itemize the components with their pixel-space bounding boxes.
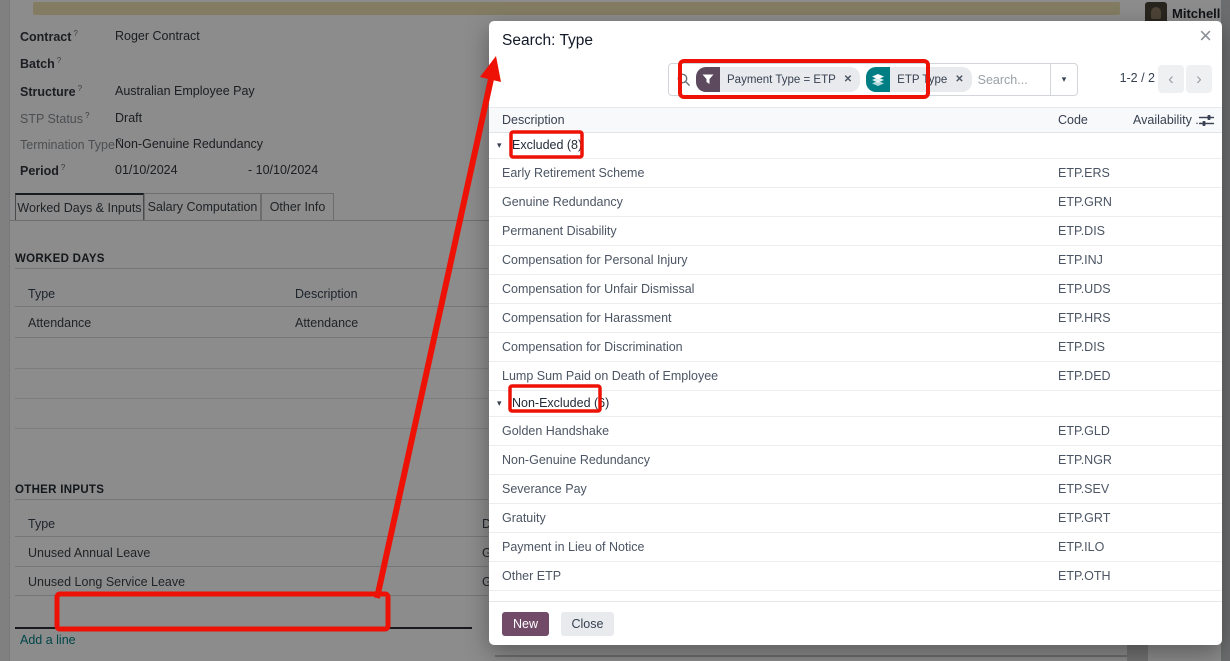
pager-previous-button[interactable]: ‹ xyxy=(1158,65,1184,93)
row-code: ETP.NGR xyxy=(1058,453,1112,467)
facet-etp-type[interactable]: ETP Type ✕ xyxy=(866,67,971,92)
etp-type-row[interactable]: Compensation for Unfair Dismissal ETP.UDS xyxy=(489,275,1222,304)
new-button[interactable]: New xyxy=(502,612,549,636)
row-code: ETP.SEV xyxy=(1058,482,1109,496)
search-type-dialog: Search: Type × Payment Type = ETP ✕ ETP … xyxy=(489,21,1222,645)
row-code: ETP.INJ xyxy=(1058,253,1103,267)
etp-type-row[interactable]: Lump Sum Paid on Death of Employee ETP.DE… xyxy=(489,362,1222,391)
row-description: Golden Handshake xyxy=(502,424,609,438)
optional-columns-icon[interactable] xyxy=(1199,114,1214,127)
row-code: ETP.GLD xyxy=(1058,424,1110,438)
facet-label: Payment Type = ETP xyxy=(720,74,843,86)
caret-down-icon: ▾ xyxy=(497,140,502,151)
screen: Mitchell A Contract? Roger Contract Batc… xyxy=(0,0,1230,661)
etp-type-row[interactable]: Other ETP ETP.OTH xyxy=(489,562,1222,591)
modal-table-body: ▾ Excluded (8) Early Retirement Scheme ETP.… xyxy=(489,133,1222,591)
row-description: Severance Pay xyxy=(502,482,587,496)
filter-icon xyxy=(696,67,720,92)
row-description: Compensation for Unfair Dismissal xyxy=(502,282,694,296)
facet-payment-type[interactable]: Payment Type = ETP ✕ xyxy=(696,67,860,92)
row-code: ETP.HRS xyxy=(1058,311,1111,325)
row-description: Compensation for Personal Injury xyxy=(502,253,688,267)
row-code: ETP.DIS xyxy=(1058,224,1105,238)
etp-type-row[interactable]: Early Retirement Scheme ETP.ERS xyxy=(489,159,1222,188)
search-icon xyxy=(677,73,691,87)
column-description[interactable]: Description xyxy=(502,113,565,127)
group-row[interactable]: ▾ Non-Excluded (6) xyxy=(489,391,1222,417)
remove-facet-icon[interactable]: ✕ xyxy=(843,74,860,85)
etp-type-row[interactable]: Genuine Redundancy ETP.GRN xyxy=(489,188,1222,217)
row-description: Compensation for Discrimination xyxy=(502,340,683,354)
etp-type-row[interactable]: Compensation for Discrimination ETP.DIS xyxy=(489,333,1222,362)
row-description: Other ETP xyxy=(502,569,561,583)
search-placeholder: Search... xyxy=(978,73,1050,87)
row-code: ETP.GRT xyxy=(1058,511,1110,525)
search-input[interactable]: Payment Type = ETP ✕ ETP Type ✕ Search..… xyxy=(668,63,1078,96)
etp-type-row[interactable]: Golden Handshake ETP.GLD xyxy=(489,417,1222,446)
row-description: Genuine Redundancy xyxy=(502,195,623,209)
etp-type-row[interactable]: Payment in Lieu of Notice ETP.ILO xyxy=(489,533,1222,562)
close-button[interactable]: Close xyxy=(561,612,615,636)
etp-type-row[interactable]: Compensation for Harassment ETP.HRS xyxy=(489,304,1222,333)
row-description: Payment in Lieu of Notice xyxy=(502,540,644,554)
pager-next-button[interactable]: › xyxy=(1186,65,1212,93)
row-code: ETP.OTH xyxy=(1058,569,1111,583)
group-label: Non-Excluded (6) xyxy=(512,396,609,410)
etp-type-row[interactable]: Permanent Disability ETP.DIS xyxy=(489,217,1222,246)
etp-type-row[interactable]: Severance Pay ETP.SEV xyxy=(489,475,1222,504)
group-label: Excluded (8) xyxy=(512,138,582,152)
facet-label: ETP Type xyxy=(890,74,954,86)
row-code: ETP.DIS xyxy=(1058,340,1105,354)
row-code: ETP.ERS xyxy=(1058,166,1110,180)
etp-type-row[interactable]: Gratuity ETP.GRT xyxy=(489,504,1222,533)
row-description: Early Retirement Scheme xyxy=(502,166,644,180)
row-description: Permanent Disability xyxy=(502,224,617,238)
row-description: Gratuity xyxy=(502,511,546,525)
etp-type-row[interactable]: Non-Genuine Redundancy ETP.NGR xyxy=(489,446,1222,475)
close-icon[interactable]: × xyxy=(1199,25,1212,47)
group-row[interactable]: ▾ Excluded (8) xyxy=(489,133,1222,159)
dialog-title: Search: Type xyxy=(502,32,593,50)
row-description: Lump Sum Paid on Death of Employee xyxy=(502,369,718,383)
dialog-footer: New Close xyxy=(489,601,1222,645)
etp-type-row[interactable]: Compensation for Personal Injury ETP.INJ xyxy=(489,246,1222,275)
caret-down-icon: ▾ xyxy=(497,398,502,409)
row-description: Non-Genuine Redundancy xyxy=(502,453,650,467)
group-by-icon xyxy=(866,67,890,92)
row-code: ETP.DED xyxy=(1058,369,1111,383)
row-code: ETP.GRN xyxy=(1058,195,1112,209)
pager-range: 1-2 / 2 xyxy=(1089,71,1155,85)
search-dropdown-toggle[interactable]: ▾ xyxy=(1050,64,1077,95)
chevron-down-icon: ▾ xyxy=(1062,74,1067,85)
row-code: ETP.ILO xyxy=(1058,540,1104,554)
column-availability[interactable]: Availability ... xyxy=(1133,113,1206,127)
column-code[interactable]: Code xyxy=(1058,113,1088,127)
table-header: Description Code Availability ... xyxy=(489,107,1222,133)
remove-facet-icon[interactable]: ✕ xyxy=(954,74,971,85)
row-description: Compensation for Harassment xyxy=(502,311,672,325)
row-code: ETP.UDS xyxy=(1058,282,1111,296)
